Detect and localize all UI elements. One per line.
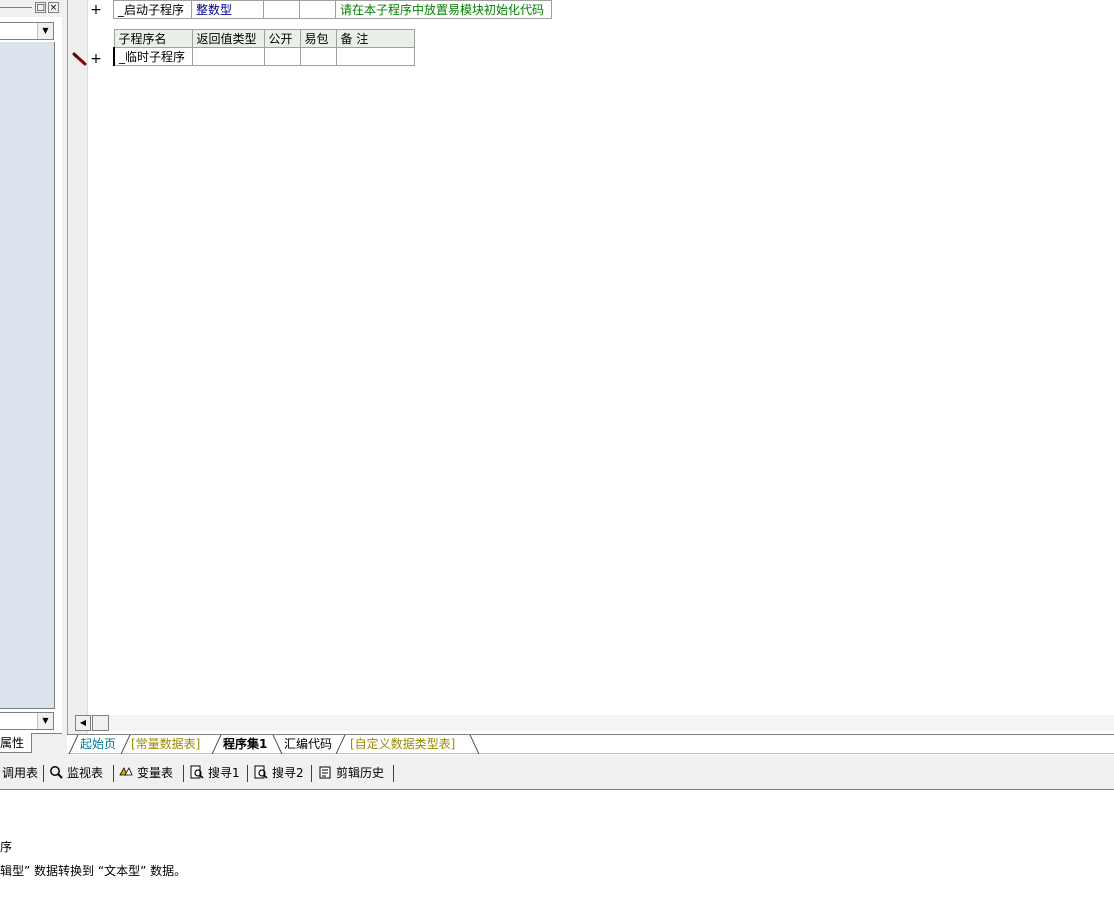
- tab-assembly-code[interactable]: 汇编代码: [284, 735, 332, 754]
- tool-divider: [311, 765, 312, 782]
- tab-watch-table[interactable]: 监视表: [49, 764, 103, 782]
- tab-start-page[interactable]: 起始页: [80, 735, 116, 754]
- tab-custom-type-table[interactable]: [自定义数据类型表]: [350, 735, 455, 754]
- tab-search1[interactable]: 搜寻1: [190, 764, 240, 782]
- chevron-down-icon[interactable]: ▼: [37, 713, 53, 729]
- column-header: 返回值类型: [191, 29, 265, 48]
- search-doc-icon: [190, 765, 204, 779]
- tool-divider: [393, 765, 394, 782]
- tab-variable-table[interactable]: 变量表: [119, 764, 173, 782]
- property-grid[interactable]: [0, 42, 55, 709]
- table-row: _启动子程序 整数型 请在本子程序中放置易模块初始化代码: [113, 0, 552, 19]
- tool-window-strip: 调用表 监视表 变量表 搜寻1 搜寻2 剪辑历史: [0, 755, 1114, 790]
- pencil-icon: [72, 52, 87, 66]
- output-panel[interactable]: 序 辑型” 数据转换到 “文本型” 数据。: [0, 791, 1114, 915]
- package-cell[interactable]: [299, 0, 336, 19]
- tab-program-set[interactable]: 程序集1: [223, 735, 267, 754]
- tool-divider: [247, 765, 248, 782]
- tool-label: 变量表: [137, 766, 174, 780]
- column-header: 易包: [299, 29, 337, 48]
- table-header: 子程序名 返回值类型 公开 易包 备 注: [113, 29, 415, 48]
- startup-sub-table: _启动子程序 整数型 请在本子程序中放置易模块初始化代码: [113, 0, 552, 19]
- tool-divider: [183, 765, 184, 782]
- output-line: 序: [0, 840, 13, 854]
- tab-search2[interactable]: 搜寻2: [254, 764, 304, 782]
- tab-separator: [68, 735, 79, 754]
- scroll-left-icon[interactable]: ◀: [75, 715, 91, 731]
- clipboard-icon: [319, 766, 331, 779]
- tab-properties[interactable]: 属性: [0, 733, 32, 753]
- sub-name-cell[interactable]: _启动子程序: [113, 0, 192, 19]
- public-cell[interactable]: [263, 0, 300, 19]
- object-selector-dropdown[interactable]: ▼: [0, 22, 54, 40]
- close-icon[interactable]: ×: [48, 2, 59, 13]
- chevron-down-icon[interactable]: ▼: [37, 23, 53, 39]
- tab-separator: [335, 735, 346, 754]
- event-selector-dropdown[interactable]: ▼: [0, 712, 54, 730]
- expand-icon[interactable]: +: [90, 3, 102, 17]
- magnifier-icon: [50, 766, 63, 779]
- tab-separator: [272, 735, 283, 754]
- sub-name-cell[interactable]: _临时子程序: [113, 47, 193, 66]
- horizontal-scrollbar[interactable]: [75, 715, 1114, 731]
- return-type-cell[interactable]: [191, 47, 265, 66]
- variables-icon: [119, 767, 133, 776]
- column-header: 备 注: [335, 29, 415, 48]
- note-cell[interactable]: 请在本子程序中放置易模块初始化代码: [335, 0, 552, 19]
- temp-sub-table: 子程序名 返回值类型 公开 易包 备 注 _临时子程序: [113, 29, 415, 66]
- tool-label: 搜寻2: [272, 766, 304, 780]
- package-cell[interactable]: [299, 47, 337, 66]
- title-bar-grip: [0, 7, 32, 8]
- column-header: 公开: [263, 29, 301, 48]
- tool-label: 调用表: [2, 766, 39, 780]
- search-doc-icon: [254, 765, 268, 779]
- note-cell[interactable]: [335, 47, 415, 66]
- output-line: 辑型” 数据转换到 “文本型” 数据。: [0, 864, 187, 878]
- scroll-thumb[interactable]: [92, 715, 109, 731]
- tab-call-table[interactable]: 调用表: [2, 764, 38, 782]
- tab-constant-table[interactable]: [常量数据表]: [131, 735, 200, 754]
- tool-divider: [113, 765, 114, 782]
- editor-tab-bar: 起始页 [常量数据表] 程序集1 汇编代码 [自定义数据类型表]: [67, 734, 1114, 754]
- table-row: _临时子程序: [113, 47, 415, 66]
- column-header: 子程序名: [113, 29, 193, 48]
- public-cell[interactable]: [263, 47, 301, 66]
- restore-button[interactable]: □: [35, 2, 46, 13]
- tab-separator: [211, 735, 222, 754]
- tool-divider: [43, 765, 44, 782]
- tool-label: 搜寻1: [208, 766, 240, 780]
- tab-separator: [469, 735, 480, 754]
- tool-label: 监视表: [67, 766, 104, 780]
- expand-icon[interactable]: +: [90, 52, 102, 66]
- tab-separator: [120, 735, 131, 754]
- tab-clip-history[interactable]: 剪辑历史: [318, 764, 384, 782]
- tool-label: 剪辑历史: [336, 766, 385, 780]
- return-type-cell[interactable]: 整数型: [191, 0, 264, 19]
- editor-gutter: [67, 0, 88, 734]
